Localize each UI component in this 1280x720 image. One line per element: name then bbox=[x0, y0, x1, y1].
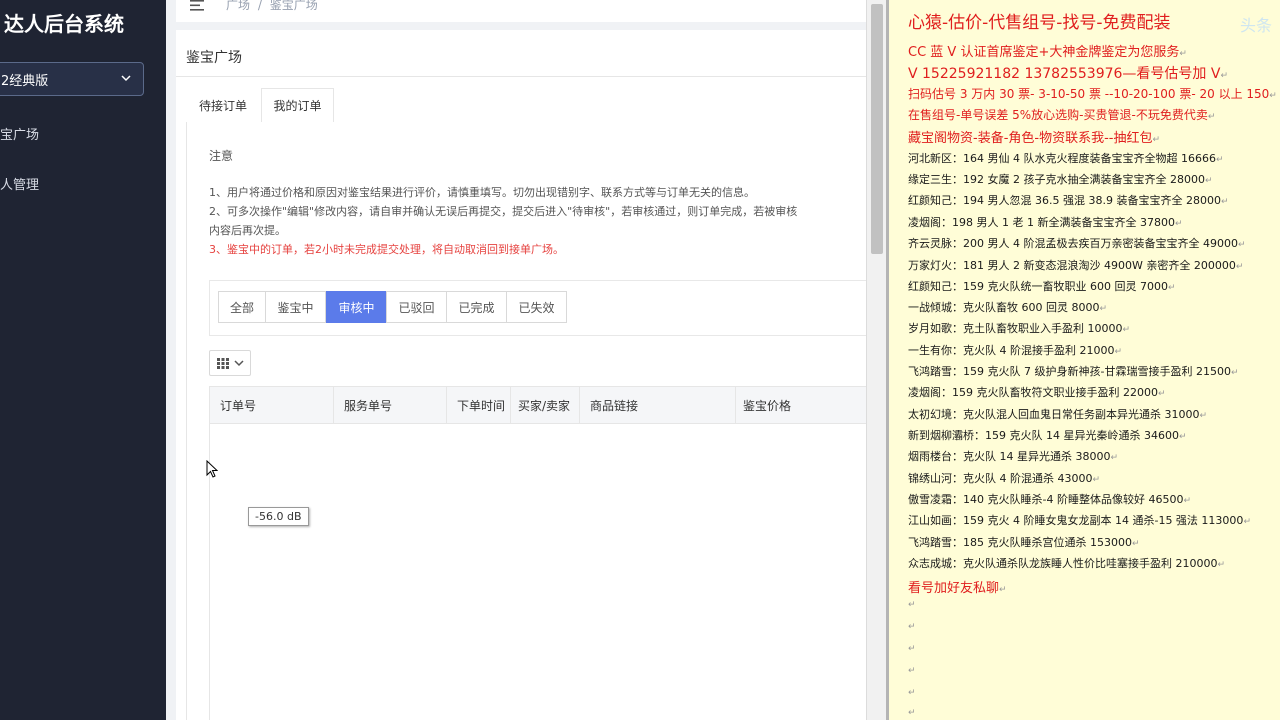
listing-item: 岁月如歌：克土队畜牧职业入手盈利 10000↵ bbox=[908, 322, 1131, 335]
top-header: 广场 / 鉴宝广场 bbox=[176, 0, 886, 22]
filter-rejected-button[interactable]: 已驳回 bbox=[386, 291, 447, 323]
vertical-scrollbar[interactable] bbox=[866, 0, 886, 720]
listing-item: 新到烟柳灞桥：159 克火队 14 星异光秦岭通杀 34600↵ bbox=[908, 429, 1187, 442]
ad-footer: 看号加好友私聊↵ bbox=[908, 581, 1007, 596]
ad-line: 在售组号-单号误差 5%放心选购-买贵管退-不玩免费代卖↵ bbox=[908, 108, 1216, 122]
tab-panel: 注意 1、用户将通过价格和原因对鉴宝结果进行评价，请慎重填写。切勿出现错别字、联… bbox=[186, 122, 886, 720]
notice-line: 内容后再次提。 bbox=[209, 224, 286, 237]
listing-item: 一生有你：克火队 4 阶混接手盈利 21000↵ bbox=[908, 344, 1123, 357]
sidebar-item-personnel[interactable]: 人管理 bbox=[0, 174, 39, 193]
notice-line: 1、用户将通过价格和原因对鉴宝结果进行评价，请慎重填写。切勿出现错别字、联系方式… bbox=[209, 186, 755, 199]
notice-title: 注意 bbox=[209, 149, 234, 163]
status-filter-group: 全部 鉴宝中 审核中 已驳回 已完成 已失效 bbox=[209, 280, 886, 336]
breadcrumb-current: 鉴宝广场 bbox=[269, 0, 318, 12]
ad-panel: 心猿-估价-代售组号-找号-免费配装 头条 CC 蓝 V 认证首席鉴定+大神金牌… bbox=[886, 0, 1280, 720]
chevron-down-icon bbox=[234, 360, 244, 367]
grid-icon bbox=[217, 358, 229, 369]
listing-item: 江山如画：159 克火 4 阶睡女鬼女龙副本 14 通杀-15 强法 11300… bbox=[908, 514, 1251, 527]
page-card: 鉴宝广场 待接订单 我的订单 注意 1、用户将通过价格和原因对鉴宝结果进行评价，… bbox=[176, 30, 886, 720]
listing-item: 红颜知己：159 克火队统一畜牧职业 600 回灵 7000↵ bbox=[908, 280, 1176, 293]
column-header[interactable]: 鉴宝价格 bbox=[736, 387, 886, 423]
listing-item: 一战倾城：克火队畜牧 600 回灵 8000↵ bbox=[908, 301, 1108, 314]
column-header[interactable]: 商品链接 bbox=[580, 387, 736, 423]
empty-line: ↵ bbox=[908, 600, 916, 610]
filter-completed-button[interactable]: 已完成 bbox=[446, 291, 507, 323]
version-select[interactable]: 2经典版 bbox=[0, 62, 144, 96]
tabs: 待接订单 我的订单 bbox=[186, 88, 886, 122]
ad-contact: V 15225921182 13782553976—看号估号加 V↵ bbox=[908, 66, 1229, 82]
divider bbox=[176, 76, 886, 77]
listing-item: 缘定三生：192 女魔 2 孩子克水抽全满装备宝宝齐全 28000↵ bbox=[908, 173, 1213, 186]
listing-item: 傲雪凌霜：140 克火队睡杀-4 阶睡整体品像较好 46500↵ bbox=[908, 493, 1191, 506]
sidebar-item-plaza[interactable]: 宝广场 bbox=[0, 124, 39, 143]
listing-item: 飞鸿踏雪：159 克火队 7 级护身新神孩-甘霖瑞雪接手盈利 21500↵ bbox=[908, 365, 1239, 378]
scrollbar-thumb[interactable] bbox=[871, 4, 883, 254]
empty-line: ↵ bbox=[908, 666, 916, 676]
tab-my-orders[interactable]: 我的订单 bbox=[261, 88, 334, 122]
page-title: 鉴宝广场 bbox=[186, 50, 242, 66]
filter-appraising-button[interactable]: 鉴宝中 bbox=[265, 291, 326, 323]
empty-line: ↵ bbox=[908, 622, 916, 632]
table-body bbox=[209, 424, 886, 720]
ad-headline: 心猿-估价-代售组号-找号-免费配装 bbox=[908, 13, 1171, 33]
main-content: 广场 / 鉴宝广场 鉴宝广场 待接订单 我的订单 注意 1、用户将通过价格和原因… bbox=[166, 0, 886, 720]
column-header[interactable]: 订单号 bbox=[210, 387, 334, 423]
tab-pending-orders[interactable]: 待接订单 bbox=[186, 88, 260, 122]
ad-line: CC 蓝 V 认证首席鉴定+大神金牌鉴定为您服务↵ bbox=[908, 45, 1187, 60]
version-select-value: 2经典版 bbox=[1, 73, 49, 89]
listing-item: 众志成城：克火队通杀队龙族睡人性价比哇塞接手盈利 210000↵ bbox=[908, 557, 1226, 570]
listing-item: 红颜知己：194 男人忽混 36.5 强混 38.9 装备宝宝齐全 28000↵ bbox=[908, 194, 1229, 207]
app-title: 达人后台系统 bbox=[4, 12, 124, 36]
listing-item: 齐云灵脉：200 男人 4 阶混孟极去疾百万亲密装备宝宝齐全 49000↵ bbox=[908, 237, 1246, 250]
listing-item: 锦绣山河：克火队 4 阶混通杀 43000↵ bbox=[908, 472, 1101, 485]
listing-item: 凌烟阁：159 克火队畜牧符文职业接手盈利 22000↵ bbox=[908, 386, 1166, 399]
breadcrumb: 广场 / 鉴宝广场 bbox=[226, 0, 318, 13]
sidebar: 达人后台系统 2经典版 宝广场 人管理 bbox=[0, 0, 166, 720]
table-header: 订单号 服务单号 下单时间 买家/卖家 商品链接 鉴宝价格 bbox=[209, 386, 886, 424]
notice-line: 2、可多次操作"编辑"修改内容，请自审并确认无误后再提交，提交后进入"待审核"，… bbox=[209, 205, 798, 218]
column-header[interactable]: 服务单号 bbox=[334, 387, 447, 423]
column-header[interactable]: 下单时间 bbox=[447, 387, 511, 423]
ad-line: 藏宝阁物资-装备-角色-物资联系我--抽红包↵ bbox=[908, 131, 1161, 146]
filter-all-button[interactable]: 全部 bbox=[218, 291, 266, 323]
listing-item: 太初幻境：克火队混人回血鬼日常任务副本异光通杀 31000↵ bbox=[908, 408, 1208, 421]
filter-reviewing-button[interactable]: 审核中 bbox=[326, 291, 387, 323]
notice-warning: 3、鉴宝中的订单，若2小时未完成提交处理，将自动取消回到接单广场。 bbox=[209, 243, 564, 256]
menu-toggle-icon[interactable] bbox=[190, 0, 206, 12]
empty-line: ↵ bbox=[908, 688, 916, 698]
empty-line: ↵ bbox=[908, 644, 916, 654]
listing-item: 凌烟阁：198 男人 1 老 1 新全满装备宝宝齐全 37800↵ bbox=[908, 216, 1183, 229]
volume-tooltip: -56.0 dB bbox=[248, 507, 309, 526]
ad-line: 扫码估号 3 万内 30 票- 3-10-50 票 --10-20-100 票-… bbox=[908, 87, 1277, 101]
chevron-down-icon bbox=[121, 75, 131, 82]
column-toggle-button[interactable] bbox=[209, 350, 251, 376]
mouse-cursor-icon bbox=[206, 460, 218, 478]
listing-item: 河北新区：164 男仙 4 队水克火程度装备宝宝齐全物超 16666↵ bbox=[908, 152, 1224, 165]
listing-item: 烟雨楼台：克火队 14 星异光通杀 38000↵ bbox=[908, 450, 1119, 463]
listing-item: 飞鸿踏雪：185 克火队睡杀宫位通杀 153000↵ bbox=[908, 536, 1140, 549]
filter-expired-button[interactable]: 已失效 bbox=[506, 291, 567, 323]
breadcrumb-item[interactable]: 广场 bbox=[226, 0, 250, 12]
watermark: 头条 bbox=[1239, 16, 1272, 35]
panel-divider bbox=[886, 0, 889, 720]
breadcrumb-separator: / bbox=[257, 0, 262, 12]
empty-line: ↵ bbox=[908, 708, 916, 718]
column-header[interactable]: 买家/卖家 bbox=[511, 387, 580, 423]
listing-item: 万家灯火：181 男人 2 新变态混浪淘沙 4900W 亲密齐全 200000↵ bbox=[908, 259, 1244, 272]
